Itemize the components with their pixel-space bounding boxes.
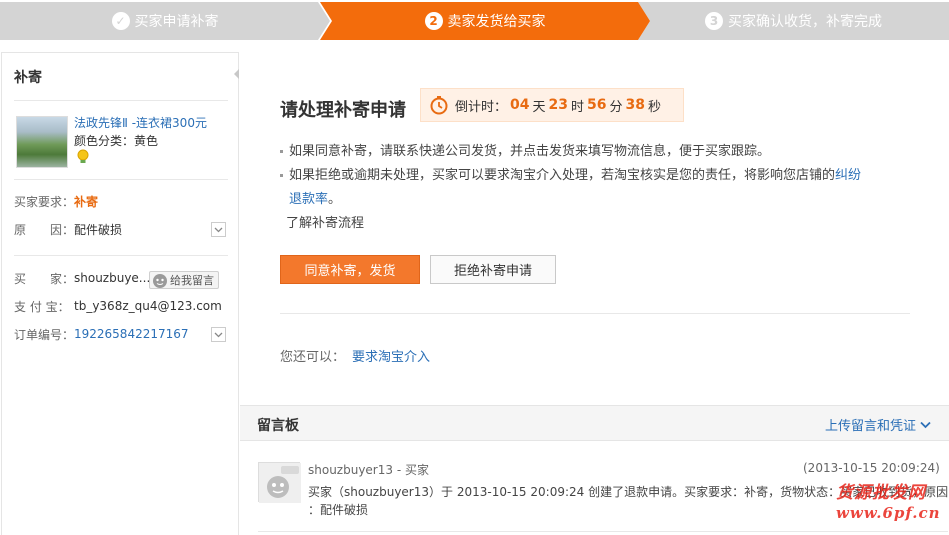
upload-label: 上传留言和凭证 xyxy=(824,419,916,434)
page-title: 请处理补寄申请 xyxy=(280,100,406,121)
label: 订单编号： xyxy=(14,327,75,342)
user-avatar-icon xyxy=(259,463,301,503)
bullet xyxy=(280,174,283,177)
label: 原 因： xyxy=(14,222,75,237)
countdown-timer: 倒计时： 04 天 23 时 56 分 38 秒 xyxy=(420,88,684,122)
avatar xyxy=(258,462,301,503)
divider xyxy=(14,100,228,101)
watermark-url: www.6pf.cn xyxy=(836,504,941,522)
step-label: 买家确认收货，补寄完成 xyxy=(728,14,882,30)
expand-reason-button[interactable] xyxy=(211,222,226,237)
leave-message-label: 给我留言 xyxy=(170,274,214,287)
unit: 时 xyxy=(571,99,585,115)
bulb-icon xyxy=(77,149,89,163)
countdown-label: 倒计时： xyxy=(455,99,508,115)
order-number-row: 订单编号： 192265842217167 xyxy=(14,326,189,342)
divider xyxy=(280,313,910,314)
step-label: 买家申请补寄 xyxy=(134,14,219,30)
upload-message-button[interactable]: 上传留言和凭证 xyxy=(825,415,931,434)
buyer-request-row: 买家要求： 补寄 xyxy=(14,193,98,209)
refund-rate-link[interactable]: 退款率 xyxy=(289,192,328,207)
agree-ship-button[interactable]: 同意补寄，发货 xyxy=(280,255,420,284)
bullet xyxy=(280,150,283,153)
unit: 分 xyxy=(609,99,623,115)
chevron-down-icon xyxy=(214,332,223,338)
buyer-row: 买 家： shouzbuye... xyxy=(14,270,150,286)
step-buyer-apply: ✓ 买家申请补寄 xyxy=(0,2,330,40)
expand-order-button[interactable] xyxy=(211,327,226,342)
collapse-arrow-icon[interactable] xyxy=(234,69,239,79)
request-taobao-link[interactable]: 要求淘宝介入 xyxy=(352,346,430,365)
divider xyxy=(14,255,228,256)
alipay-row: 支 付 宝： tb_y368z_qu4@123.com xyxy=(14,298,222,314)
info-text: 如果同意补寄，请联系快递公司发货，并点击发货来填写物流信息，便于买家跟踪。 xyxy=(289,144,771,159)
countdown-seconds: 38 xyxy=(625,97,645,113)
info-agree: 如果同意补寄，请联系快递公司发货，并点击发货来填写物流信息，便于买家跟踪。 xyxy=(280,140,770,164)
label: 买 家： xyxy=(14,271,75,286)
learn-process-link[interactable]: 了解补寄流程 xyxy=(286,212,364,231)
buyer-name[interactable]: shouzbuye... xyxy=(74,271,150,285)
refuse-button[interactable]: 拒绝补寄申请 xyxy=(430,255,556,284)
chevron-down-icon xyxy=(214,227,223,233)
watermark-text: 货源批发网 xyxy=(836,483,926,503)
sidebar-title: 补寄 xyxy=(14,70,42,86)
info-text: 如果拒绝或逾期未处理，买家可以要求淘宝介入处理，若淘宝核实是您的责任，将影响您店… xyxy=(289,168,836,183)
countdown-days: 04 xyxy=(510,97,530,113)
product-link[interactable]: 法政先锋Ⅱ -连衣裙300元 xyxy=(74,114,207,131)
step-number: 3 xyxy=(705,12,723,30)
stopwatch-icon xyxy=(430,96,448,115)
wangwang-icon xyxy=(153,274,167,288)
step-number: 2 xyxy=(424,12,443,30)
dispute-rate-link[interactable]: 纠纷 xyxy=(835,168,861,183)
countdown-hours: 23 xyxy=(548,97,568,113)
order-number-link[interactable]: 192265842217167 xyxy=(74,327,189,341)
order-sidebar: 补寄 法政先锋Ⅱ -连衣裙300元 颜色分类：黄色 买家要求： 补寄 原 因： … xyxy=(1,52,239,535)
check-icon: ✓ xyxy=(111,12,130,30)
buyer-request-value: 补寄 xyxy=(74,194,99,209)
info-refuse-cont: 退款率。 xyxy=(289,188,341,212)
leave-message-button[interactable]: 给我留言 xyxy=(149,271,219,289)
step-seller-ship: 2 卖家发货给买家 xyxy=(320,2,650,40)
label: 支 付 宝： xyxy=(14,299,70,314)
unit: 秒 xyxy=(648,99,662,115)
progress-steps: ✓ 买家申请补寄 2 卖家发货给买家 3 买家确认收货，补寄完成 xyxy=(0,0,949,43)
divider xyxy=(14,179,228,180)
info-text: 。 xyxy=(328,192,342,207)
board-title: 留言板 xyxy=(257,418,299,434)
step-label: 卖家发货给买家 xyxy=(447,14,546,30)
message-author: shouzbuyer13 - 买家 xyxy=(308,463,429,477)
message-text-cont: ：配件破损 xyxy=(308,503,369,517)
countdown-minutes: 56 xyxy=(587,97,607,113)
divider xyxy=(258,531,948,532)
chevron-down-icon xyxy=(920,421,931,429)
message-board-header: 留言板 上传留言和凭证 xyxy=(240,405,949,441)
also-label: 您还可以： xyxy=(280,350,346,365)
label: 买家要求： xyxy=(14,194,75,209)
alipay-account: tb_y368z_qu4@123.com xyxy=(74,299,222,313)
product-thumbnail[interactable] xyxy=(16,116,68,168)
message-time: (2013-10-15 20:09:24) xyxy=(803,461,940,475)
reason-value: 配件破损 xyxy=(74,222,123,237)
reason-row: 原 因： 配件破损 xyxy=(14,221,122,237)
step-buyer-confirm: 3 买家确认收货，补寄完成 xyxy=(638,2,949,40)
product-spec: 颜色分类：黄色 xyxy=(74,134,159,148)
info-refuse: 如果拒绝或逾期未处理，买家可以要求淘宝介入处理，若淘宝核实是您的责任，将影响您店… xyxy=(280,164,920,188)
unit: 天 xyxy=(532,99,546,115)
